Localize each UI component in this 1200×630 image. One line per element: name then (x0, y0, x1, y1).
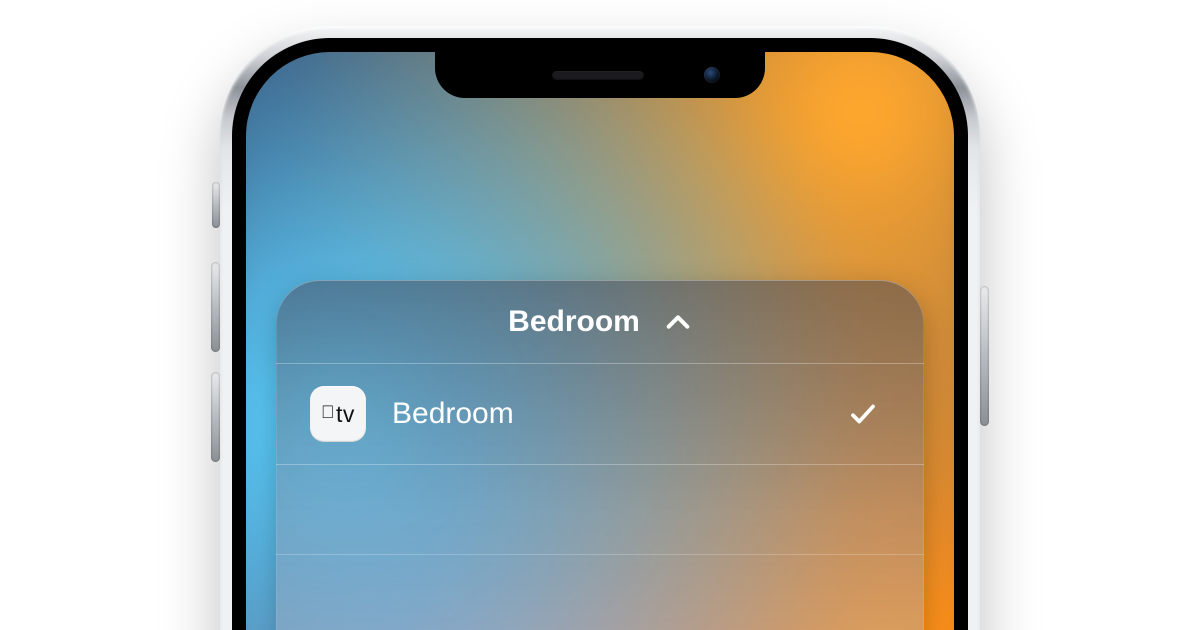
panel-title: Bedroom (508, 305, 640, 339)
screen: Bedroom tv Bedroom (246, 52, 954, 630)
apple-tv-icon: tv (310, 386, 366, 442)
panel-header[interactable]: Bedroom (276, 280, 924, 364)
checkmark-icon (848, 399, 878, 429)
volume-down-button[interactable] (211, 372, 220, 462)
ringer-switch[interactable] (212, 182, 220, 228)
apple-logo-icon:  (321, 402, 335, 423)
list-item (276, 465, 924, 555)
earpiece-speaker (552, 71, 644, 80)
list-item (276, 555, 924, 630)
airplay-panel: Bedroom tv Bedroom (276, 280, 924, 630)
front-camera (704, 67, 720, 83)
chevron-up-icon (664, 308, 692, 336)
notch (435, 52, 765, 98)
device-row[interactable]: tv Bedroom (276, 364, 924, 465)
apple-tv-badge-text: tv (336, 401, 355, 428)
side-button[interactable] (980, 286, 989, 426)
device-name: Bedroom (392, 397, 822, 431)
volume-up-button[interactable] (211, 262, 220, 352)
phone-frame: Bedroom tv Bedroom (220, 26, 980, 630)
